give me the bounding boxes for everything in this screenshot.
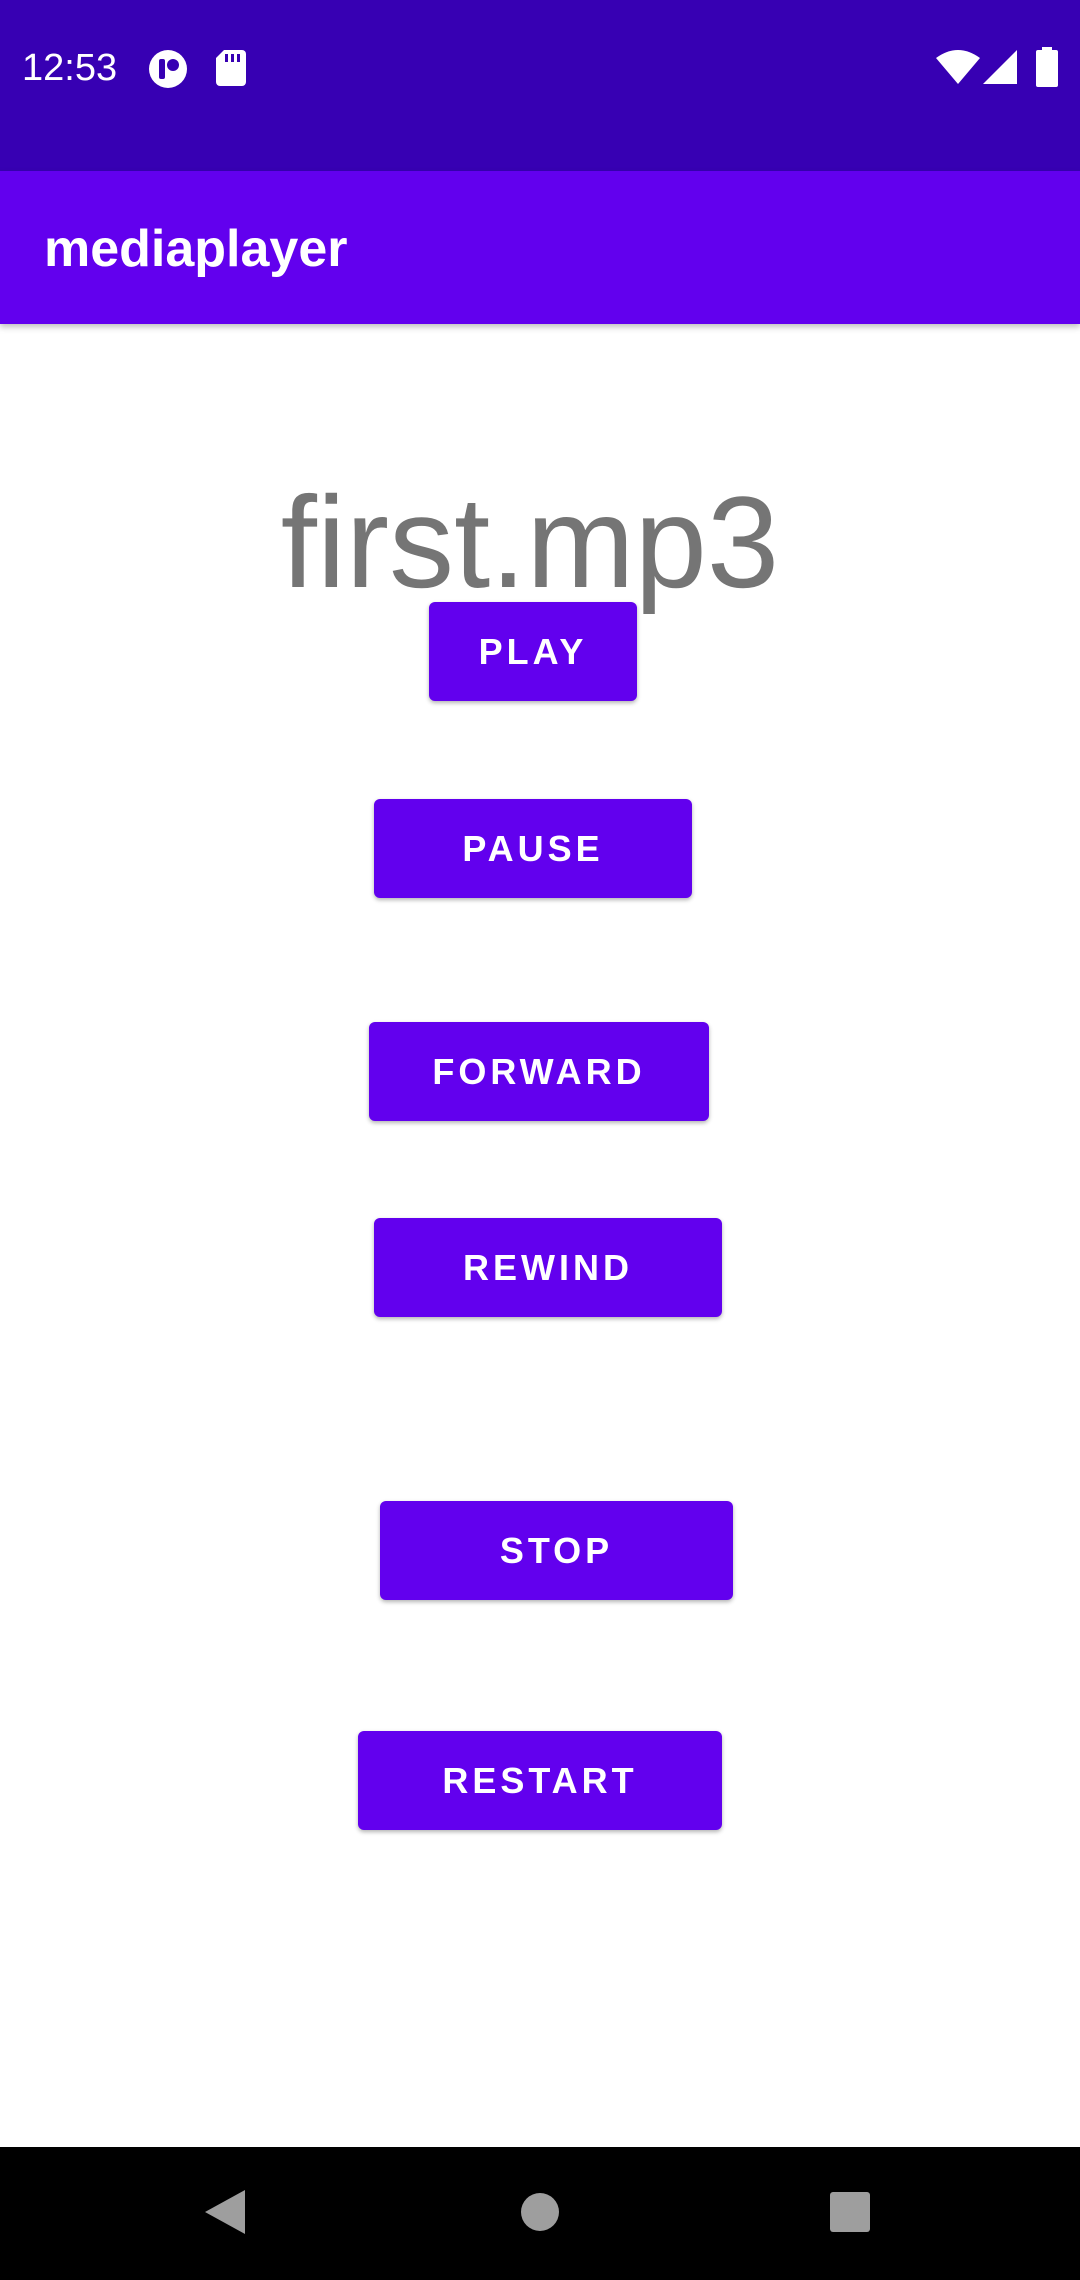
app-bar: mediaplayer (0, 171, 1080, 324)
pause-button[interactable]: PAUSE (374, 799, 692, 898)
home-button[interactable] (460, 2147, 620, 2280)
home-icon (520, 2192, 560, 2235)
recents-icon (830, 2192, 870, 2235)
wifi-icon (936, 50, 980, 89)
battery-icon (1036, 47, 1058, 92)
navigation-bar (0, 2147, 1080, 2280)
back-button[interactable] (145, 2147, 305, 2280)
status-bar: 12:53 (0, 0, 1080, 171)
sd-card-icon (216, 50, 246, 91)
track-name: first.mp3 (280, 469, 780, 615)
play-button[interactable]: PLAY (429, 602, 637, 701)
app-title: mediaplayer (44, 220, 348, 278)
forward-button[interactable]: FORWARD (369, 1022, 709, 1121)
restart-button[interactable]: RESTART (358, 1731, 722, 1830)
main-content: first.mp3 PLAY PAUSE FORWARD REWIND STOP… (0, 324, 1080, 2147)
stop-button[interactable]: STOP (380, 1501, 733, 1600)
recents-button[interactable] (770, 2147, 930, 2280)
screen: 12:53 mediaplayer first.mp3 PLAY PAUSE F… (0, 0, 1080, 2280)
rewind-button[interactable]: REWIND (374, 1218, 722, 1317)
back-icon (205, 2190, 245, 2237)
notification-app-icon (148, 49, 188, 94)
cellular-signal-icon (983, 50, 1017, 89)
status-time: 12:53 (22, 47, 118, 89)
